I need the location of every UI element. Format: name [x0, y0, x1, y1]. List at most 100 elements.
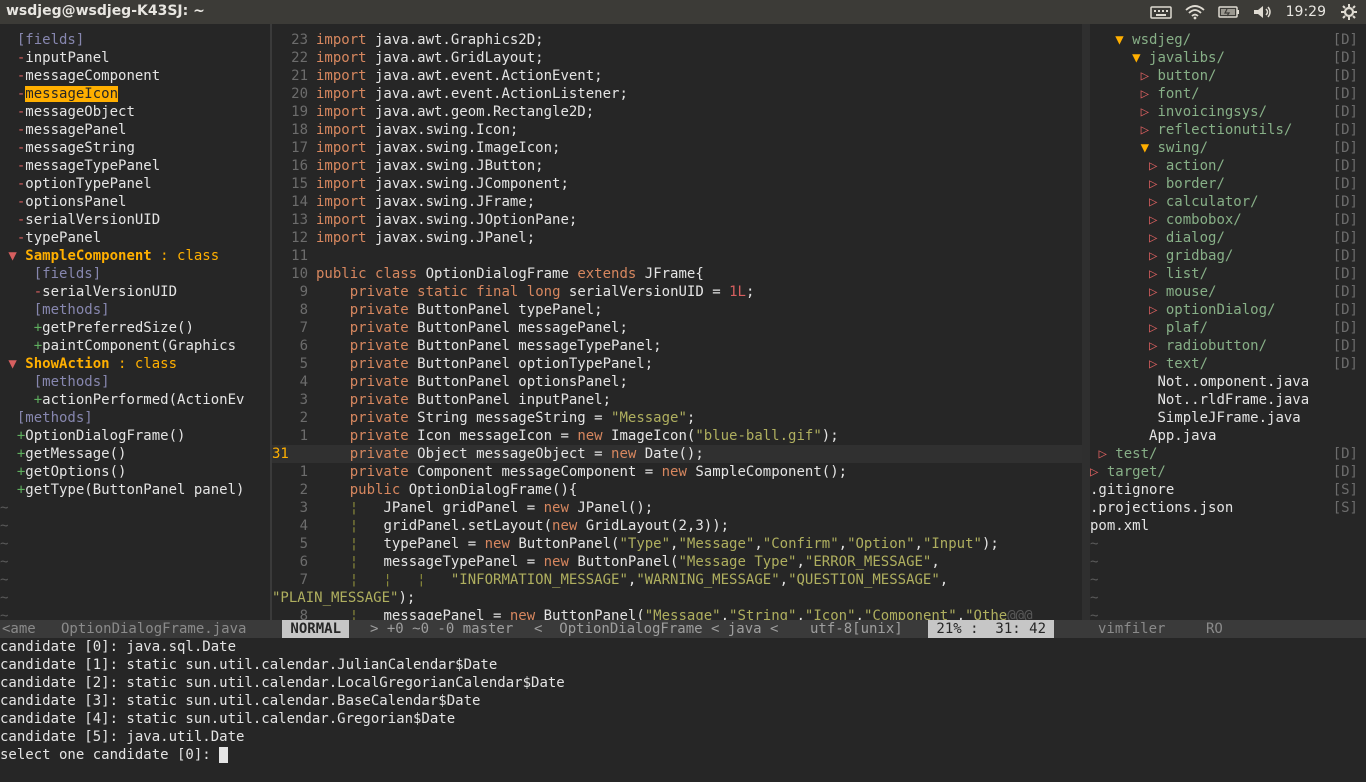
code-line[interactable]: 4 private ButtonPanel optionsPanel;	[272, 373, 1082, 391]
outline-item[interactable]: +getMessage()	[0, 445, 270, 463]
file-tree-item[interactable]: ▷ invoicingsys/ [D]	[1090, 103, 1366, 121]
gear-icon[interactable]	[1338, 4, 1360, 20]
folder-closed-icon[interactable]: ▷	[1149, 302, 1166, 318]
folder-closed-icon[interactable]: ▷	[1090, 464, 1107, 480]
code-line[interactable]: 12 import javax.swing.JPanel;	[272, 229, 1082, 247]
folder-closed-icon[interactable]: ▷	[1149, 338, 1166, 354]
editor-pane[interactable]: 23 import java.awt.Graphics2D; 22 import ja…	[272, 24, 1082, 620]
file-tree-item[interactable]: .projections.json [S]	[1090, 499, 1366, 517]
file-tree-item[interactable]: ▷ button/ [D]	[1090, 67, 1366, 85]
code-line[interactable]: 5 ¦ typePanel = new ButtonPanel("Type","…	[272, 535, 1082, 553]
file-tree-item[interactable]: ▷ calculator/ [D]	[1090, 193, 1366, 211]
code-line[interactable]: 6 private ButtonPanel messageTypePanel;	[272, 337, 1082, 355]
file-tree-item[interactable]: ▷ radiobutton/ [D]	[1090, 337, 1366, 355]
code-line[interactable]: 22 import java.awt.GridLayout;	[272, 49, 1082, 67]
file-tree-item[interactable]: ▷ font/ [D]	[1090, 85, 1366, 103]
outline-item[interactable]: +OptionDialogFrame()	[0, 427, 270, 445]
code-line[interactable]: 23 import java.awt.Graphics2D;	[272, 31, 1082, 49]
folder-closed-icon[interactable]: ▷	[1141, 104, 1158, 120]
folder-closed-icon[interactable]: ▷	[1149, 284, 1166, 300]
file-tree-item[interactable]: ▷ reflectionutils/ [D]	[1090, 121, 1366, 139]
folder-closed-icon[interactable]: ▷	[1149, 212, 1166, 228]
code-line[interactable]: 8 ¦ messagePanel = new ButtonPanel("Mess…	[272, 607, 1082, 620]
outline-item[interactable]: ▼ ShowAction : class	[0, 355, 270, 373]
file-tree-item[interactable]: ▷ plaf/ [D]	[1090, 319, 1366, 337]
file-tree-item[interactable]: ▷ dialog/ [D]	[1090, 229, 1366, 247]
outline-item[interactable]: [methods]	[0, 373, 270, 391]
folder-closed-icon[interactable]: ▷	[1141, 68, 1158, 84]
outline-item[interactable]: -typePanel	[0, 229, 270, 247]
folder-closed-icon[interactable]: ▷	[1149, 158, 1166, 174]
outline-item[interactable]: [methods]	[0, 301, 270, 319]
code-line[interactable]: 3 private ButtonPanel inputPanel;	[272, 391, 1082, 409]
file-tree-item[interactable]: SimpleJFrame.java	[1090, 409, 1366, 427]
volume-icon[interactable]	[1252, 4, 1274, 20]
code-line[interactable]: 17 import javax.swing.ImageIcon;	[272, 139, 1082, 157]
outline-item[interactable]: -serialVersionUID	[0, 211, 270, 229]
folder-closed-icon[interactable]: ▷	[1141, 122, 1158, 138]
code-line[interactable]: 1 private Component messageComponent = n…	[272, 463, 1082, 481]
code-line[interactable]: 11	[272, 247, 1082, 265]
code-line[interactable]: 5 private ButtonPanel optionTypePanel;	[272, 355, 1082, 373]
code-line[interactable]: 1 private Icon messageIcon = new ImageIc…	[272, 427, 1082, 445]
folder-closed-icon[interactable]: ▷	[1149, 320, 1166, 336]
code-line[interactable]: 2 private String messageString = "Messag…	[272, 409, 1082, 427]
text-cursor[interactable]	[219, 747, 229, 763]
outline-item[interactable]: -serialVersionUID	[0, 283, 270, 301]
file-tree-item[interactable]: ▷ mouse/ [D]	[1090, 283, 1366, 301]
code-line[interactable]: 31 private Object messageObject = new Da…	[272, 445, 1082, 463]
file-tree-item[interactable]: .gitignore [S]	[1090, 481, 1366, 499]
code-line[interactable]: 16 import javax.swing.JButton;	[272, 157, 1082, 175]
battery-icon[interactable]	[1217, 4, 1240, 20]
folder-closed-icon[interactable]: ▷	[1149, 266, 1166, 282]
folder-closed-icon[interactable]: ▷	[1149, 356, 1166, 372]
code-line[interactable]: 7 private ButtonPanel messagePanel;	[272, 319, 1082, 337]
outline-item[interactable]: +getOptions()	[0, 463, 270, 481]
pane-separator[interactable]	[1082, 24, 1090, 620]
outline-item[interactable]: [fields]	[0, 31, 270, 49]
outline-item[interactable]: +paintComponent(Graphics	[0, 337, 270, 355]
tagbar-outline-pane[interactable]: [fields] -inputPanel -messageComponent -…	[0, 24, 270, 620]
code-line[interactable]: 15 import javax.swing.JComponent;	[272, 175, 1082, 193]
file-tree-item[interactable]: ▷ target/ [D]	[1090, 463, 1366, 481]
file-tree-item[interactable]: ▷ border/ [D]	[1090, 175, 1366, 193]
file-tree-item[interactable]: ▷ action/ [D]	[1090, 157, 1366, 175]
code-line[interactable]: 10 public class OptionDialogFrame extends…	[272, 265, 1082, 283]
outline-item[interactable]: -optionTypePanel	[0, 175, 270, 193]
code-line[interactable]: 6 ¦ messageTypePanel = new ButtonPanel("…	[272, 553, 1082, 571]
outline-item[interactable]: -messageTypePanel	[0, 157, 270, 175]
folder-open-icon[interactable]: ▼	[1132, 50, 1149, 66]
file-tree-item[interactable]: ▼ javalibs/ [D]	[1090, 49, 1366, 67]
file-tree-item[interactable]: pom.xml	[1090, 517, 1366, 535]
folder-open-icon[interactable]: ▼	[1141, 140, 1158, 156]
outline-item[interactable]: [methods]	[0, 409, 270, 427]
outline-item[interactable]: -messageObject	[0, 103, 270, 121]
folder-closed-icon[interactable]: ▷	[1149, 194, 1166, 210]
code-line[interactable]: 4 ¦ gridPanel.setLayout(new GridLayout(2…	[272, 517, 1082, 535]
code-line[interactable]: 2 public OptionDialogFrame(){	[272, 481, 1082, 499]
code-line[interactable]: "PLAIN_MESSAGE");	[272, 589, 1082, 607]
code-line[interactable]: 18 import javax.swing.Icon;	[272, 121, 1082, 139]
outline-item[interactable]: -optionsPanel	[0, 193, 270, 211]
folder-closed-icon[interactable]: ▷	[1149, 230, 1166, 246]
file-tree-item[interactable]: ▷ optionDialog/ [D]	[1090, 301, 1366, 319]
outline-item[interactable]: +getType(ButtonPanel panel)	[0, 481, 270, 499]
outline-item[interactable]: -messageComponent	[0, 67, 270, 85]
file-tree-item[interactable]: ▷ combobox/ [D]	[1090, 211, 1366, 229]
outline-item[interactable]: -messagePanel	[0, 121, 270, 139]
outline-item[interactable]: -inputPanel	[0, 49, 270, 67]
folder-open-icon[interactable]: ▼	[1115, 32, 1132, 48]
outline-item[interactable]: [fields]	[0, 265, 270, 283]
folder-closed-icon[interactable]: ▷	[1149, 176, 1166, 192]
vimfiler-file-tree-pane[interactable]: ▼ wsdjeg/ [D] ▼ javalibs/ [D] ▷ button/ [D]…	[1090, 24, 1366, 620]
file-tree-item[interactable]: ▼ wsdjeg/ [D]	[1090, 31, 1366, 49]
code-line[interactable]: 7 ¦ ¦ ¦ "INFORMATION_MESSAGE","WARNING_M…	[272, 571, 1082, 589]
code-line[interactable]: 21 import java.awt.event.ActionEvent;	[272, 67, 1082, 85]
file-tree-item[interactable]: Not..rldFrame.java	[1090, 391, 1366, 409]
code-line[interactable]: 20 import java.awt.event.ActionListener;	[272, 85, 1082, 103]
wifi-icon[interactable]	[1184, 4, 1206, 20]
outline-item[interactable]: +getPreferredSize()	[0, 319, 270, 337]
code-line[interactable]: 13 import javax.swing.JOptionPane;	[272, 211, 1082, 229]
code-line[interactable]: 8 private ButtonPanel typePanel;	[272, 301, 1082, 319]
outline-item[interactable]: -messageString	[0, 139, 270, 157]
